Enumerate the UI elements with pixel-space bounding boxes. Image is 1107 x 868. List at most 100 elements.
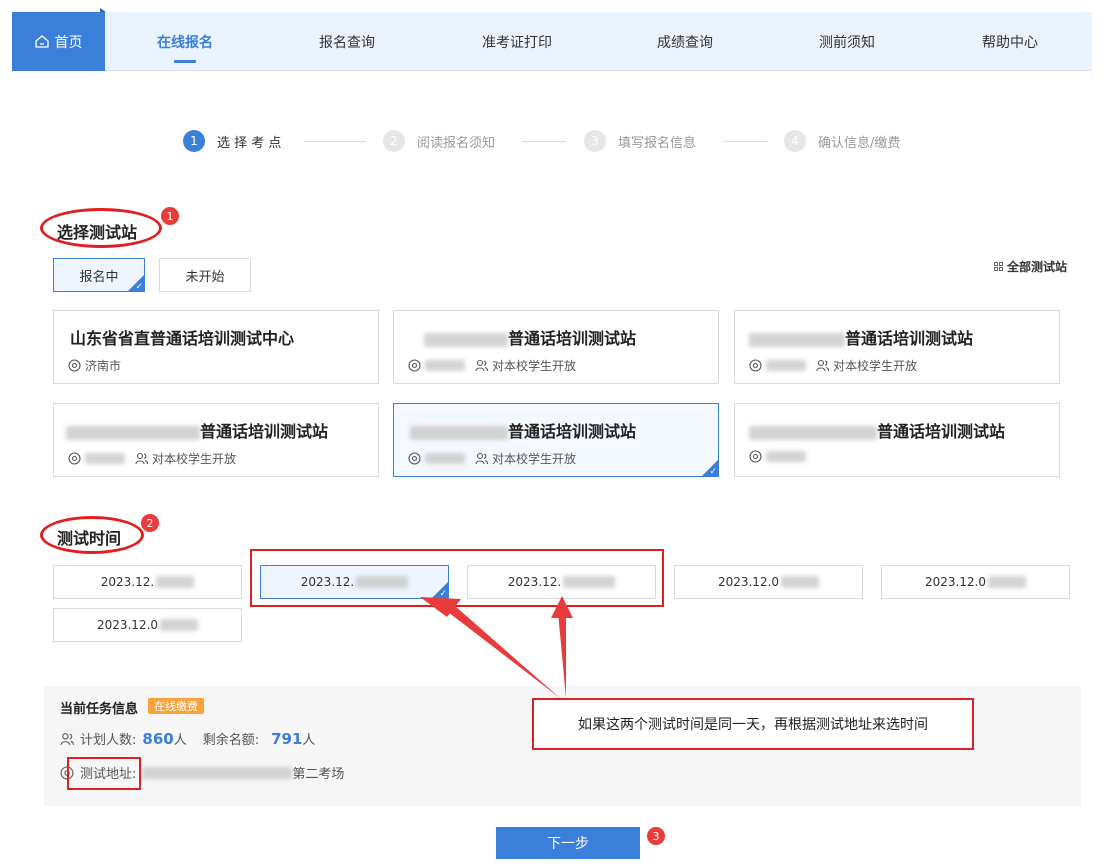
annotation-rect (250, 549, 664, 607)
redacted-text (988, 576, 1027, 588)
time-slot[interactable]: 2023.12.0 (881, 565, 1070, 599)
nav-item-register-query[interactable]: 报名查询 (304, 12, 390, 71)
station-card[interactable]: 普通话培训测试站 对本校学生开放 (393, 310, 719, 384)
nav-home-label: 首页 (54, 34, 83, 51)
location-pin-icon (68, 452, 81, 465)
all-stations-link[interactable]: 全部测试站 (994, 258, 1067, 275)
redacted-address (142, 766, 293, 779)
nav-home[interactable]: 首页 (12, 8, 106, 71)
station-card-selected[interactable]: 普通话培训测试站 对本校学生开放 (393, 403, 719, 477)
time-slot-label: 2023.12.0 (717, 575, 780, 589)
time-slot[interactable]: 2023.12.0 (674, 565, 863, 599)
station-name: 普通话培训测试站 (200, 422, 329, 441)
annotation-badge-1: 1 (161, 207, 179, 225)
station-meta (749, 450, 806, 463)
annotation-badge-3: 3 (647, 827, 665, 845)
location-pin-icon (749, 359, 762, 372)
station-name-wrap: 普通话培训测试站 (749, 325, 973, 349)
step-number: 2 (383, 130, 405, 152)
check-corner-icon (702, 460, 718, 476)
station-name: 山东省省直普通话培训测试中心 (70, 329, 295, 348)
plan-unit: 人 (173, 733, 187, 748)
time-slot-label: 2023.12.0 (96, 618, 159, 632)
station-meta: 对本校学生开放 (68, 450, 236, 467)
redacted-location (766, 360, 806, 371)
time-slot[interactable]: 2023.12. (53, 565, 242, 599)
station-location: 济南市 (85, 359, 122, 373)
annotation-badge-2: 2 (141, 514, 159, 532)
station-card[interactable]: 普通话培训测试站 对本校学生开放 (734, 310, 1060, 384)
people-icon (475, 359, 488, 372)
plan-value: 860 (142, 729, 174, 748)
station-name: 普通话培训测试站 (877, 422, 1006, 441)
tab-label: 未开始 (185, 269, 225, 285)
station-scope: 对本校学生开放 (492, 359, 577, 373)
step-label: 选 择 考 点 (217, 135, 282, 151)
annotation-callout: 如果这两个测试时间是同一天，再根据测试地址来选时间 (532, 698, 974, 750)
grid-icon (994, 262, 1003, 271)
tab-registering[interactable]: 报名中 (53, 258, 145, 292)
remain-unit: 人 (302, 733, 316, 748)
top-nav: 首页 在线报名 报名查询 准考证打印 成绩查询 测前须知 帮助中心 (12, 8, 1092, 71)
step-number: 4 (784, 130, 806, 152)
location-pin-icon (408, 359, 421, 372)
station-name: 普通话培训测试站 (508, 422, 637, 441)
people-icon (60, 732, 74, 745)
redacted-location (766, 451, 806, 462)
all-stations-label: 全部测试站 (1007, 260, 1068, 274)
redacted-location (85, 453, 125, 464)
step-divider (304, 141, 366, 142)
station-scope: 对本校学生开放 (833, 359, 918, 373)
step-4: 4 确认信息/缴费 (784, 130, 900, 152)
people-icon (475, 452, 488, 465)
nav-item-help-center[interactable]: 帮助中心 (967, 12, 1053, 71)
people-icon (816, 359, 829, 372)
redacted-text (424, 332, 508, 347)
step-label: 阅读报名须知 (417, 135, 496, 151)
nav-item-pretest-notice[interactable]: 测前须知 (804, 12, 890, 71)
station-scope: 对本校学生开放 (492, 452, 577, 466)
station-meta: 对本校学生开放 (749, 357, 917, 374)
redacted-location (425, 453, 465, 464)
tab-not-started[interactable]: 未开始 (159, 258, 251, 292)
redacted-text (749, 332, 845, 347)
station-name-wrap: 普通话培训测试站 (66, 418, 328, 442)
station-card[interactable]: 普通话培训测试站 对本校学生开放 (53, 403, 379, 477)
nav-item-score-query[interactable]: 成绩查询 (642, 12, 728, 71)
station-name-wrap: 普通话培训测试站 (424, 325, 636, 349)
plan-label: 计划人数: (80, 733, 137, 748)
tab-label: 报名中 (79, 269, 119, 285)
task-info-title: 当前任务信息 (60, 702, 139, 717)
step-1: 1 选 择 考 点 (183, 130, 281, 152)
step-3: 3 填写报名信息 (584, 130, 696, 152)
time-slot[interactable]: 2023.12.0 (53, 608, 242, 642)
step-label: 填写报名信息 (618, 135, 697, 151)
address-value: 第二考场 (292, 767, 345, 782)
time-slot-label: 2023.12. (100, 575, 155, 589)
task-quota-row: 计划人数: 860 人 剩余名额: 791 人 (60, 729, 315, 748)
station-card[interactable]: 普通话培训测试站 (734, 403, 1060, 477)
step-number: 1 (183, 130, 205, 152)
nav-item-admission-print[interactable]: 准考证打印 (472, 12, 562, 71)
section-title-time: 测试时间 (57, 529, 122, 548)
location-pin-icon (68, 359, 81, 372)
remain-value: 791 (271, 729, 303, 748)
station-card[interactable]: 山东省省直普通话培训测试中心 济南市 (53, 310, 379, 384)
redacted-text (160, 619, 199, 631)
remain-label: 剩余名额: (202, 733, 260, 748)
redacted-text (781, 576, 820, 588)
time-slot-label: 2023.12.0 (924, 575, 987, 589)
station-name-wrap: 普通话培训测试站 (410, 418, 636, 442)
nav-item-online-register[interactable]: 在线报名 (142, 12, 228, 71)
redacted-text (156, 576, 195, 588)
next-step-button[interactable]: 下一步 (496, 827, 640, 859)
check-corner-icon (128, 275, 144, 291)
location-pin-icon (749, 450, 762, 463)
redacted-text (66, 425, 200, 440)
station-scope: 对本校学生开放 (152, 452, 237, 466)
payment-tag: 在线缴费 (148, 698, 204, 714)
station-name: 普通话培训测试站 (508, 329, 637, 348)
redacted-text (749, 425, 877, 440)
step-divider (723, 141, 767, 142)
people-icon (135, 452, 148, 465)
